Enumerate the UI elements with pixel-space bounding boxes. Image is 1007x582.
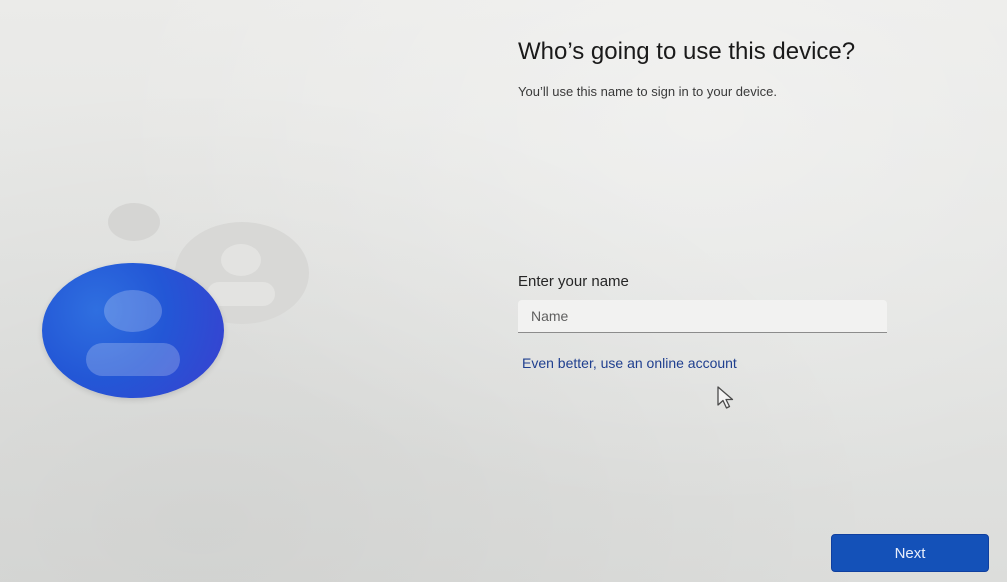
secondary-avatar-shoulders bbox=[207, 282, 275, 306]
avatar-head bbox=[104, 290, 162, 332]
small-avatar-dot-icon bbox=[108, 203, 160, 241]
secondary-avatar-head bbox=[221, 244, 261, 276]
mouse-cursor-icon bbox=[717, 386, 734, 409]
name-input[interactable] bbox=[518, 300, 887, 333]
user-avatar-icon bbox=[42, 263, 224, 398]
online-account-link[interactable]: Even better, use an online account bbox=[522, 355, 737, 371]
page-subtitle: You’ll use this name to sign in to your … bbox=[518, 84, 777, 99]
next-button[interactable]: Next bbox=[831, 534, 989, 572]
user-illustration bbox=[0, 0, 400, 582]
oobe-screen: Who’s going to use this device? You’ll u… bbox=[0, 0, 1007, 582]
avatar-shoulders bbox=[86, 343, 180, 376]
name-field-label: Enter your name bbox=[518, 273, 629, 290]
page-title: Who’s going to use this device? bbox=[518, 38, 856, 65]
